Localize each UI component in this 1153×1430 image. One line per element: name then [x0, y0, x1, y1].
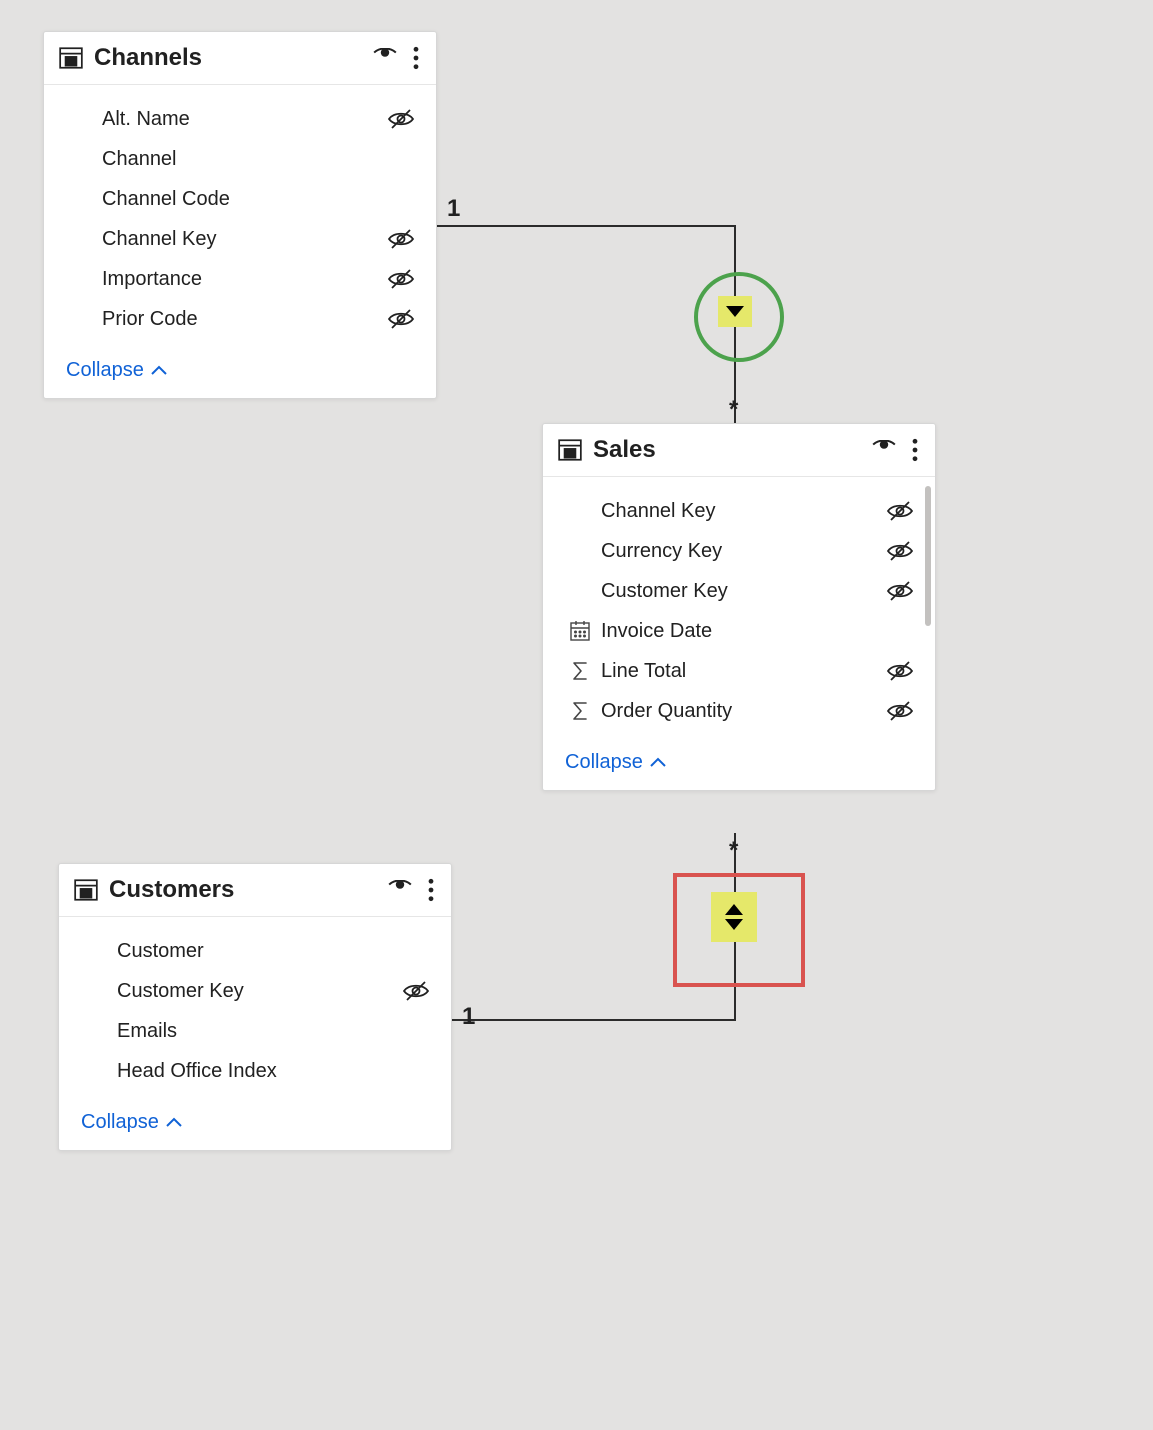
field-name: Customer Key [111, 980, 399, 1003]
arrow-down-icon [726, 306, 744, 317]
field-row[interactable]: Channel Key [66, 219, 418, 259]
field-name: Prior Code [96, 308, 384, 331]
card-header[interactable]: Channels [44, 32, 436, 85]
calendar-icon [565, 620, 595, 642]
field-row[interactable]: Channel Code [66, 179, 418, 219]
hidden-eye-icon[interactable] [384, 268, 418, 290]
field-name: Channel Code [96, 188, 384, 211]
field-name: Customer Key [595, 580, 883, 603]
hidden-eye-icon[interactable] [883, 540, 917, 562]
arrow-down-icon [725, 919, 743, 930]
cardinality-one-label: 1 [447, 195, 460, 223]
field-row[interactable]: Customer [81, 931, 433, 971]
table-title: Sales [593, 436, 871, 464]
table-card-channels[interactable]: Channels Alt. Name Channel Channel Code Cha… [43, 31, 437, 399]
collapse-label: Collapse [565, 751, 643, 774]
field-row[interactable]: Customer Key [81, 971, 433, 1011]
visibility-toggle-icon[interactable] [871, 440, 897, 460]
more-options-icon[interactable] [427, 878, 435, 902]
hidden-eye-icon[interactable] [883, 580, 917, 602]
card-header[interactable]: Sales [543, 424, 935, 477]
relationship-line[interactable] [436, 225, 736, 227]
field-row[interactable]: Channel [66, 139, 418, 179]
collapse-button[interactable]: Collapse [66, 359, 168, 382]
collapse-button[interactable]: Collapse [565, 751, 667, 774]
cardinality-one-label: 1 [462, 1003, 475, 1031]
field-name: Order Quantity [595, 700, 883, 723]
scrollbar[interactable] [925, 486, 931, 626]
hidden-eye-icon[interactable] [384, 228, 418, 250]
arrow-up-icon [725, 904, 743, 915]
chevron-up-icon [649, 757, 667, 769]
visibility-toggle-icon[interactable] [387, 880, 413, 900]
card-header[interactable]: Customers [59, 864, 451, 917]
table-icon [58, 45, 84, 71]
field-row[interactable]: Currency Key [565, 531, 917, 571]
field-name: Invoice Date [595, 620, 883, 643]
table-title: Channels [94, 44, 372, 72]
field-name: Channel Key [595, 500, 883, 523]
cardinality-many-label: * [729, 837, 738, 865]
field-name: Emails [111, 1020, 399, 1043]
table-card-sales[interactable]: Sales Channel Key Currency Key Customer Ke… [542, 423, 936, 791]
field-row[interactable]: Importance [66, 259, 418, 299]
collapse-label: Collapse [81, 1111, 159, 1134]
hidden-eye-icon[interactable] [883, 660, 917, 682]
field-name: Alt. Name [96, 108, 384, 131]
field-name: Line Total [595, 660, 883, 683]
field-row[interactable]: Invoice Date [565, 611, 917, 651]
chevron-up-icon [150, 365, 168, 377]
field-row[interactable]: Line Total [565, 651, 917, 691]
more-options-icon[interactable] [911, 438, 919, 462]
relationship-line[interactable] [451, 1019, 736, 1021]
table-card-customers[interactable]: Customers Customer Customer Key Emails Head… [58, 863, 452, 1151]
field-row[interactable]: Emails [81, 1011, 433, 1051]
field-row[interactable]: Prior Code [66, 299, 418, 339]
field-name: Channel Key [96, 228, 384, 251]
field-name: Customer [111, 940, 399, 963]
sigma-icon [565, 700, 595, 722]
field-row[interactable]: Head Office Index [81, 1051, 433, 1091]
cardinality-many-label: * [729, 396, 738, 424]
field-name: Channel [96, 148, 384, 171]
field-name: Currency Key [595, 540, 883, 563]
field-row[interactable]: Customer Key [565, 571, 917, 611]
field-name: Head Office Index [111, 1060, 399, 1083]
hidden-eye-icon[interactable] [883, 700, 917, 722]
hidden-eye-icon[interactable] [883, 500, 917, 522]
hidden-eye-icon[interactable] [384, 108, 418, 130]
field-name: Importance [96, 268, 384, 291]
hidden-eye-icon[interactable] [384, 308, 418, 330]
collapse-label: Collapse [66, 359, 144, 382]
sigma-icon [565, 660, 595, 682]
hidden-eye-icon[interactable] [399, 980, 433, 1002]
table-title: Customers [109, 876, 387, 904]
visibility-toggle-icon[interactable] [372, 48, 398, 68]
filter-direction-single[interactable] [718, 296, 752, 327]
filter-direction-both[interactable] [711, 892, 757, 942]
field-row[interactable]: Alt. Name [66, 99, 418, 139]
table-icon [557, 437, 583, 463]
collapse-button[interactable]: Collapse [81, 1111, 183, 1134]
more-options-icon[interactable] [412, 46, 420, 70]
table-icon [73, 877, 99, 903]
field-row[interactable]: Order Quantity [565, 691, 917, 731]
chevron-up-icon [165, 1117, 183, 1129]
field-row[interactable]: Channel Key [565, 491, 917, 531]
